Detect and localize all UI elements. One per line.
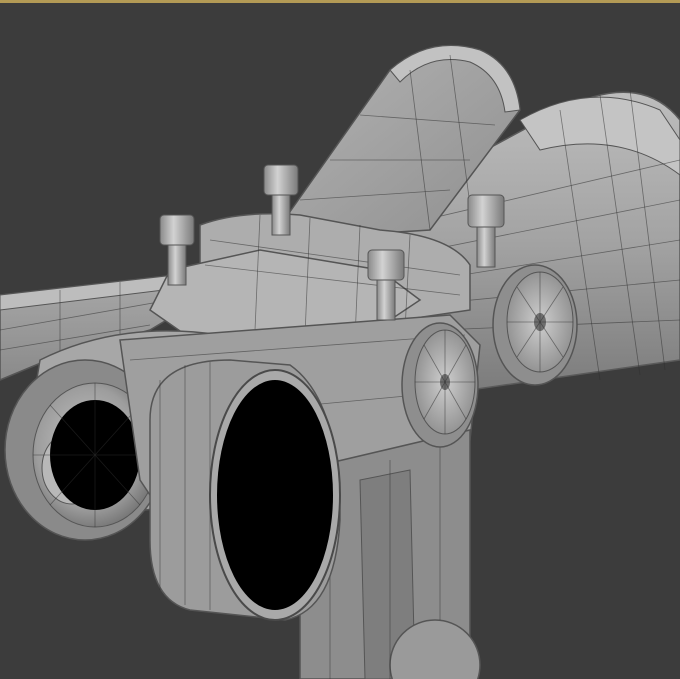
side-disc-left <box>401 322 479 448</box>
model-render <box>0 44 680 679</box>
side-disc-right <box>492 264 578 386</box>
front-ring-cap <box>149 359 341 621</box>
3d-viewport[interactable] <box>0 0 680 679</box>
